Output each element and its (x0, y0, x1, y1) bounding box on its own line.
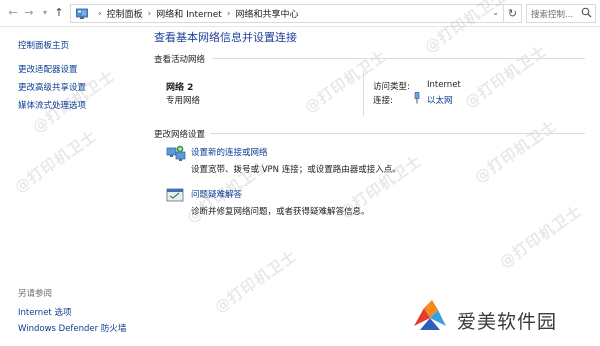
network-info-divider (363, 70, 364, 116)
aimei-logo-icon (414, 300, 446, 330)
ethernet-connection-link[interactable]: 以太网 (427, 94, 453, 106)
section-divider (210, 133, 585, 134)
sidebar-item-windows-defender-firewall[interactable]: Windows Defender 防火墙 (18, 322, 126, 334)
forward-arrow-icon[interactable]: → (22, 6, 36, 20)
up-arrow-icon[interactable]: ↑ (52, 6, 66, 20)
breadcrumb-network-sharing-center[interactable]: 网络和共享中心 (235, 7, 298, 20)
watermark: @打印机卫士 (11, 126, 101, 197)
watermark: @打印机卫士 (211, 246, 301, 317)
sidebar-item-media-streaming[interactable]: 媒体流式处理选项 (18, 99, 86, 111)
address-dropdown-icon[interactable]: ⌄ (492, 8, 499, 17)
troubleshoot-problems-description: 诊断并修复网络问题，或者获得疑难解答信息。 (191, 207, 370, 217)
address-bar: ← → ▾ ↑ › 控制面板 › 网络和 Internet › 网络和共享中心 … (0, 0, 600, 27)
setup-new-connection-description: 设置宽带、拨号或 VPN 连接；或设置路由器或接入点。 (191, 165, 401, 175)
see-also-heading: 另请参阅 (18, 289, 53, 299)
aimei-logo-text: 爱美软件园 (457, 311, 558, 333)
breadcrumb-separator: › (98, 8, 102, 19)
ethernet-icon (414, 92, 420, 104)
search-placeholder: 搜索控制... (531, 10, 574, 20)
sidebar-item-change-advanced-sharing[interactable]: 更改高级共享设置 (18, 81, 86, 93)
breadcrumb[interactable]: › 控制面板 › 网络和 Internet › 网络和共享中心 ⌄ (70, 4, 504, 23)
watermark: @打印机卫士 (471, 116, 561, 187)
access-type-label: 访问类型: (373, 82, 410, 92)
watermark: @打印机卫士 (496, 201, 586, 272)
search-input[interactable]: 搜索控制... (526, 4, 596, 23)
breadcrumb-separator: › (147, 8, 152, 19)
breadcrumb-network-internet[interactable]: 网络和 Internet (156, 7, 222, 20)
troubleshoot-problems-link[interactable]: 问题疑难解答 (191, 188, 242, 200)
section-divider (212, 58, 585, 59)
back-arrow-icon[interactable]: ← (6, 6, 20, 20)
troubleshoot-icon (166, 188, 184, 202)
active-networks-label: 查看活动网络 (154, 55, 206, 65)
page-title: 查看基本网络信息并设置连接 (154, 31, 297, 44)
sidebar-item-control-panel-home[interactable]: 控制面板主页 (18, 39, 69, 51)
access-type-value: Internet (427, 80, 461, 90)
breadcrumb-control-panel[interactable]: 控制面板 (107, 7, 143, 20)
sidebar-item-internet-options[interactable]: Internet 选项 (18, 306, 71, 318)
network-name: 网络 2 (166, 83, 194, 93)
recent-locations-icon[interactable]: ▾ (38, 6, 52, 20)
refresh-icon[interactable]: ↻ (504, 4, 522, 23)
network-category: 专用网络 (166, 96, 201, 106)
setup-new-connection-link[interactable]: 设置新的连接或网络 (191, 146, 268, 158)
change-network-settings-label: 更改网络设置 (154, 130, 206, 140)
sidebar-item-change-adapter-settings[interactable]: 更改适配器设置 (18, 63, 78, 75)
breadcrumb-separator: › (226, 8, 231, 19)
search-icon (581, 7, 592, 18)
connections-label: 连接: (373, 96, 393, 106)
control-panel-icon (76, 8, 88, 19)
watermark: @打印机卫士 (461, 41, 551, 112)
network-setup-icon (166, 145, 186, 161)
